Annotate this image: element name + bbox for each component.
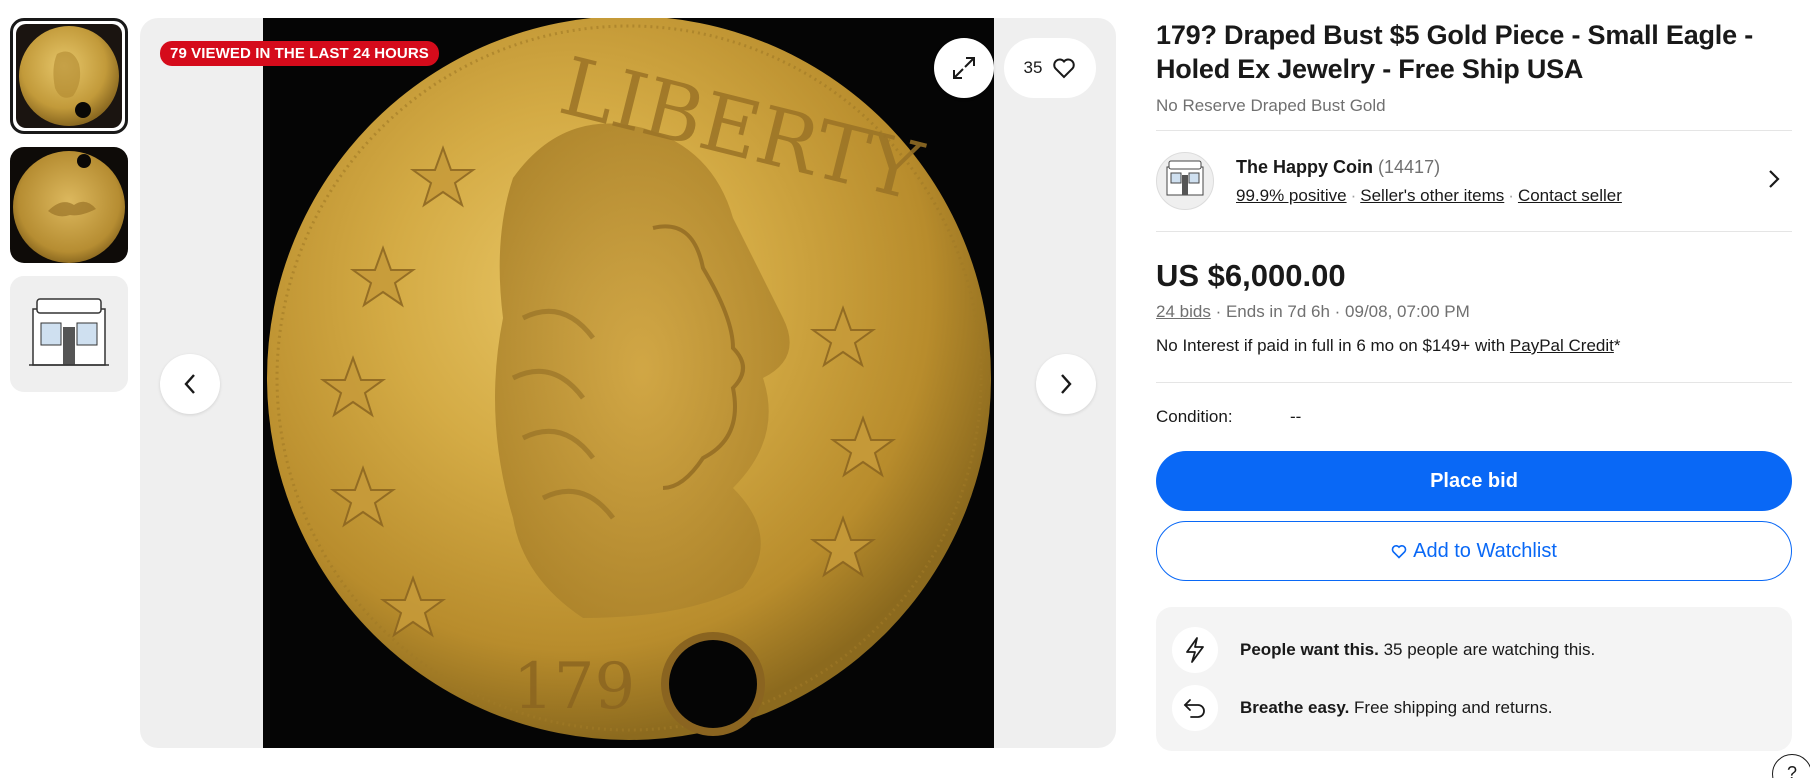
add-to-watchlist-label: Add to Watchlist (1413, 539, 1557, 562)
auction-end-time: 09/08, 07:00 PM (1345, 302, 1470, 321)
highlight-detail: Free shipping and returns. (1349, 698, 1553, 717)
next-image-button[interactable] (1036, 354, 1096, 414)
separator-dot: · (1334, 302, 1346, 321)
seller-name[interactable]: The Happy Coin (1236, 157, 1373, 177)
watch-count-button[interactable]: 35 (1004, 38, 1096, 98)
thumbnail-seller-logo (10, 276, 128, 392)
listing-panel: 179? Draped Bust $5 Gold Piece - Small E… (1156, 18, 1792, 751)
chevron-left-icon (184, 374, 195, 394)
highlight-text: Breathe easy. Free shipping and returns. (1240, 698, 1552, 718)
separator-dot: · (1350, 185, 1357, 205)
separator-dot: · (1508, 185, 1514, 205)
paypal-credit-link[interactable]: PayPal Credit (1510, 336, 1614, 355)
expand-button[interactable] (934, 38, 994, 98)
bid-info: 24 bids · Ends in 7d 6h · 09/08, 07:00 P… (1156, 302, 1792, 322)
highlight-row: Breathe easy. Free shipping and returns. (1172, 679, 1776, 737)
condition-label: Condition: (1156, 407, 1233, 426)
image-gallery: LIBERTY 179 79 VIEWED IN THE LAST 24 HOU… (140, 18, 1116, 748)
condition-value: -- (1290, 407, 1302, 426)
highlights-box: People want this. 35 people are watching… (1156, 607, 1792, 751)
coin-date: 179 (513, 650, 635, 724)
condition-row: Condition: -- (1156, 407, 1792, 427)
lightning-icon (1172, 627, 1218, 673)
seller-avatar[interactable] (1156, 152, 1214, 210)
divider (1156, 231, 1792, 232)
highlight-bold: Breathe easy. (1240, 698, 1350, 717)
seller-positive-link[interactable]: 99.9% positive (1236, 186, 1347, 205)
thumbnail-2[interactable] (10, 147, 128, 263)
thumbnail-strip (10, 18, 130, 405)
chevron-right-icon (1061, 374, 1072, 394)
viewed-badge: 79 VIEWED IN THE LAST 24 HOURS (160, 41, 439, 66)
seller-links: 99.9% positive · Seller's other items · Cont… (1236, 186, 1622, 206)
seller-feedback-count: (14417) (1378, 156, 1441, 177)
auction-ends: Ends in 7d 6h (1225, 302, 1330, 321)
highlight-row: People want this. 35 people are watching… (1172, 621, 1776, 679)
thumbnail-1[interactable] (10, 18, 128, 134)
listing-title: 179? Draped Bust $5 Gold Piece - Small E… (1156, 20, 1754, 84)
seller-card[interactable]: The Happy Coin (14417) 99.9% positive · Se… (1156, 131, 1792, 231)
thumbnail-coin-reverse (10, 147, 128, 263)
previous-image-button[interactable] (160, 354, 220, 414)
main-coin-photo[interactable]: LIBERTY 179 (263, 18, 994, 748)
thumbnail-3[interactable] (10, 276, 128, 392)
bids-link[interactable]: 24 bids (1156, 302, 1211, 321)
expand-icon (953, 57, 975, 79)
heart-icon (1391, 544, 1407, 559)
place-bid-button[interactable]: Place bid (1156, 451, 1792, 511)
listing-subtitle: No Reserve Draped Bust Gold (1156, 96, 1386, 115)
financing-text: No Interest if paid in full in 6 mo on $… (1156, 336, 1506, 355)
financing-note: No Interest if paid in full in 6 mo on $… (1156, 336, 1792, 356)
highlight-bold: People want this. (1240, 640, 1379, 659)
help-button[interactable]: ? (1772, 754, 1810, 778)
return-arrow-icon (1172, 685, 1218, 731)
seller-name-line: The Happy Coin (14417) (1236, 157, 1622, 178)
thumbnail-coin-obverse (16, 24, 122, 128)
heart-icon (1053, 58, 1076, 79)
seller-other-items-link[interactable]: Seller's other items (1360, 186, 1504, 205)
financing-asterisk: * (1613, 336, 1621, 355)
watch-count: 35 (1023, 58, 1043, 77)
add-to-watchlist-button[interactable]: Add to Watchlist (1156, 521, 1792, 581)
chevron-right-icon[interactable] (1768, 169, 1780, 189)
contact-seller-link[interactable]: Contact seller (1518, 186, 1622, 205)
seller-info: The Happy Coin (14417) 99.9% positive · Se… (1236, 157, 1622, 206)
divider (1156, 382, 1792, 383)
highlight-text: People want this. 35 people are watching… (1240, 640, 1595, 660)
price: US $6,000.00 (1156, 258, 1346, 293)
separator-dot: · (1215, 302, 1226, 321)
highlight-detail: 35 people are watching this. (1378, 640, 1596, 659)
